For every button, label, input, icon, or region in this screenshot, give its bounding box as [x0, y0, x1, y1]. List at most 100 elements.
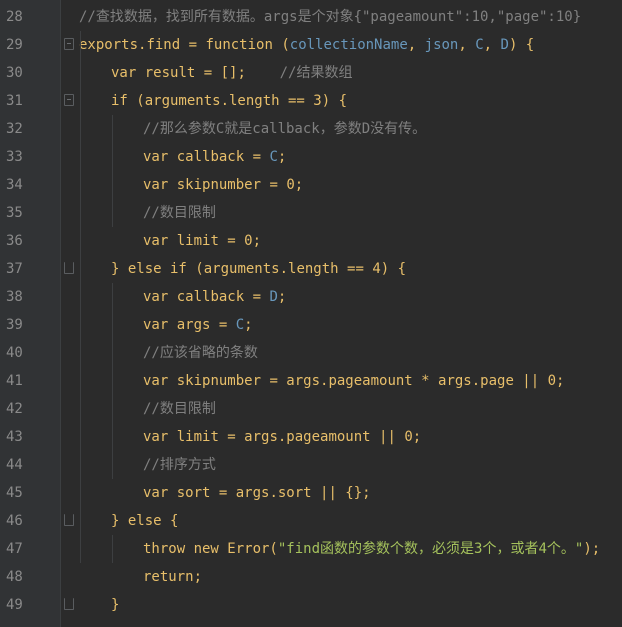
code-line[interactable]: 39 var args = C;: [0, 311, 622, 339]
code-token: var: [143, 177, 169, 193]
code-token: (arguments.length ==: [127, 93, 314, 109]
code-text: var skipnumber = args.pageamount * args.…: [143, 367, 564, 395]
code-token: var: [111, 65, 137, 81]
code-token: C: [269, 149, 278, 165]
code-token: var: [143, 233, 169, 249]
indent-guide: [112, 115, 113, 227]
code-line[interactable]: 28 //查找数据，找到所有数据。args是个对象{"pageamount":10…: [0, 3, 622, 31]
code-line[interactable]: 48 return;: [0, 563, 622, 591]
code-token: D: [500, 37, 509, 53]
code-text: var skipnumber = 0;: [143, 171, 303, 199]
code-token: C: [235, 317, 245, 333]
code-line[interactable]: 35 //数目限制: [0, 199, 622, 227]
fold-end-icon[interactable]: [64, 514, 74, 526]
fold-toggle-icon[interactable]: [64, 38, 74, 50]
code-line[interactable]: 34 var skipnumber = 0;: [0, 171, 622, 199]
code-token: callback =: [168, 289, 270, 305]
line-number: 28: [6, 9, 23, 25]
code-token: //数目限制: [143, 205, 216, 221]
line-number: 45: [6, 485, 23, 501]
line-number: 32: [6, 121, 23, 137]
code-token: //应该省略的条数: [143, 345, 258, 361]
code-token: limit = args.pageamount ||: [168, 429, 405, 445]
code-line[interactable]: 45 var sort = args.sort || {};: [0, 479, 622, 507]
code-token: if: [111, 93, 128, 109]
code-token: 0: [286, 177, 295, 193]
code-text: } else {: [111, 507, 178, 535]
code-token: else: [127, 513, 162, 529]
code-text: }: [111, 591, 119, 619]
code-token: return: [143, 569, 194, 585]
code-token: else if: [127, 261, 187, 277]
code-text: return;: [143, 563, 202, 591]
code-line[interactable]: 44 //排序方式: [0, 451, 622, 479]
line-number: 43: [6, 429, 23, 445]
code-text: //数目限制: [143, 395, 216, 423]
code-token: exports: [79, 37, 139, 53]
code-line[interactable]: 47 throw new Error("find函数的参数个数，必须是3个，或者4…: [0, 535, 622, 563]
code-token: 3: [313, 93, 322, 109]
line-number: 40: [6, 345, 23, 361]
code-line[interactable]: 29 exports.find = function (collectionNam…: [0, 31, 622, 59]
code-token: //结果数组: [279, 65, 353, 81]
code-line[interactable]: 42 //数目限制: [0, 395, 622, 423]
code-token: var: [143, 317, 169, 333]
code-text: //查找数据，找到所有数据。args是个对象{"pageamount":10,"…: [79, 3, 581, 31]
fold-toggle-icon[interactable]: [64, 94, 74, 106]
code-token: }: [111, 513, 128, 529]
code-token: //数目限制: [143, 401, 216, 417]
code-text: var callback = D;: [143, 283, 286, 311]
code-line[interactable]: 30 var result = []; //结果数组: [0, 59, 622, 87]
code-line[interactable]: 43 var limit = args.pageamount || 0;: [0, 423, 622, 451]
indent-guide: [80, 31, 81, 563]
code-token: ) {: [380, 261, 407, 277]
code-token: var: [143, 429, 169, 445]
code-text: var result = []; //结果数组: [111, 59, 352, 87]
code-token: //查找数据，找到所有数据。args是个对象{"pageamount":10,"…: [79, 9, 582, 25]
code-token: ;: [193, 569, 203, 585]
code-token: ;: [244, 317, 253, 333]
code-token: ;: [412, 429, 422, 445]
code-line[interactable]: 33 var callback = C;: [0, 143, 622, 171]
code-token: ,: [407, 37, 425, 53]
code-line[interactable]: 49}: [0, 591, 622, 619]
code-text: } else if (arguments.length == 4) {: [111, 255, 406, 283]
code-editor[interactable]: 28 //查找数据，找到所有数据。args是个对象{"pageamount":10…: [0, 0, 622, 627]
code-line[interactable]: 36 var limit = 0;: [0, 227, 622, 255]
line-number: 30: [6, 65, 23, 81]
line-number: 29: [6, 37, 23, 53]
code-token: sort = args.sort || {};: [168, 485, 371, 501]
code-line[interactable]: 41 var skipnumber = args.pageamount * arg…: [0, 367, 622, 395]
code-line[interactable]: 37 } else if (arguments.length == 4) {: [0, 255, 622, 283]
code-token: var: [143, 149, 169, 165]
code-token: "find函数的参数个数，必须是3个，或者4个。": [277, 541, 584, 557]
code-text: var callback = C;: [143, 143, 286, 171]
code-token: 0: [547, 373, 557, 389]
code-token: 0: [404, 429, 413, 445]
line-number: 46: [6, 513, 23, 529]
code-line[interactable]: 31 if (arguments.length == 3) {: [0, 87, 622, 115]
code-token: args =: [168, 317, 236, 333]
line-number: 47: [6, 541, 23, 557]
code-token: ;: [556, 373, 565, 389]
code-token: collectionName: [289, 37, 408, 53]
code-token: 4: [372, 261, 381, 277]
code-token: {: [161, 513, 179, 529]
code-line[interactable]: 38 var callback = D;: [0, 283, 622, 311]
fold-end-icon[interactable]: [64, 598, 74, 610]
code-text: exports.find = function (collectionName,…: [79, 31, 534, 59]
code-line[interactable]: 40 //应该省略的条数: [0, 339, 622, 367]
code-token: (arguments.length ==: [186, 261, 373, 277]
code-text: //排序方式: [143, 451, 216, 479]
code-text: var sort = args.sort || {};: [143, 479, 371, 507]
code-line[interactable]: 32 //那么参数C就是callback，参数D没有传。: [0, 115, 622, 143]
code-token: ;: [277, 289, 287, 305]
code-text: //那么参数C就是callback，参数D没有传。: [143, 115, 426, 143]
line-number: 37: [6, 261, 23, 277]
code-token: D: [269, 289, 278, 305]
code-text: var limit = args.pageamount || 0;: [143, 423, 421, 451]
code-token: ;: [252, 233, 262, 249]
fold-end-icon[interactable]: [64, 262, 74, 274]
code-line[interactable]: 46} else {: [0, 507, 622, 535]
code-token: //那么参数C就是callback，参数D没有传。: [143, 121, 427, 137]
